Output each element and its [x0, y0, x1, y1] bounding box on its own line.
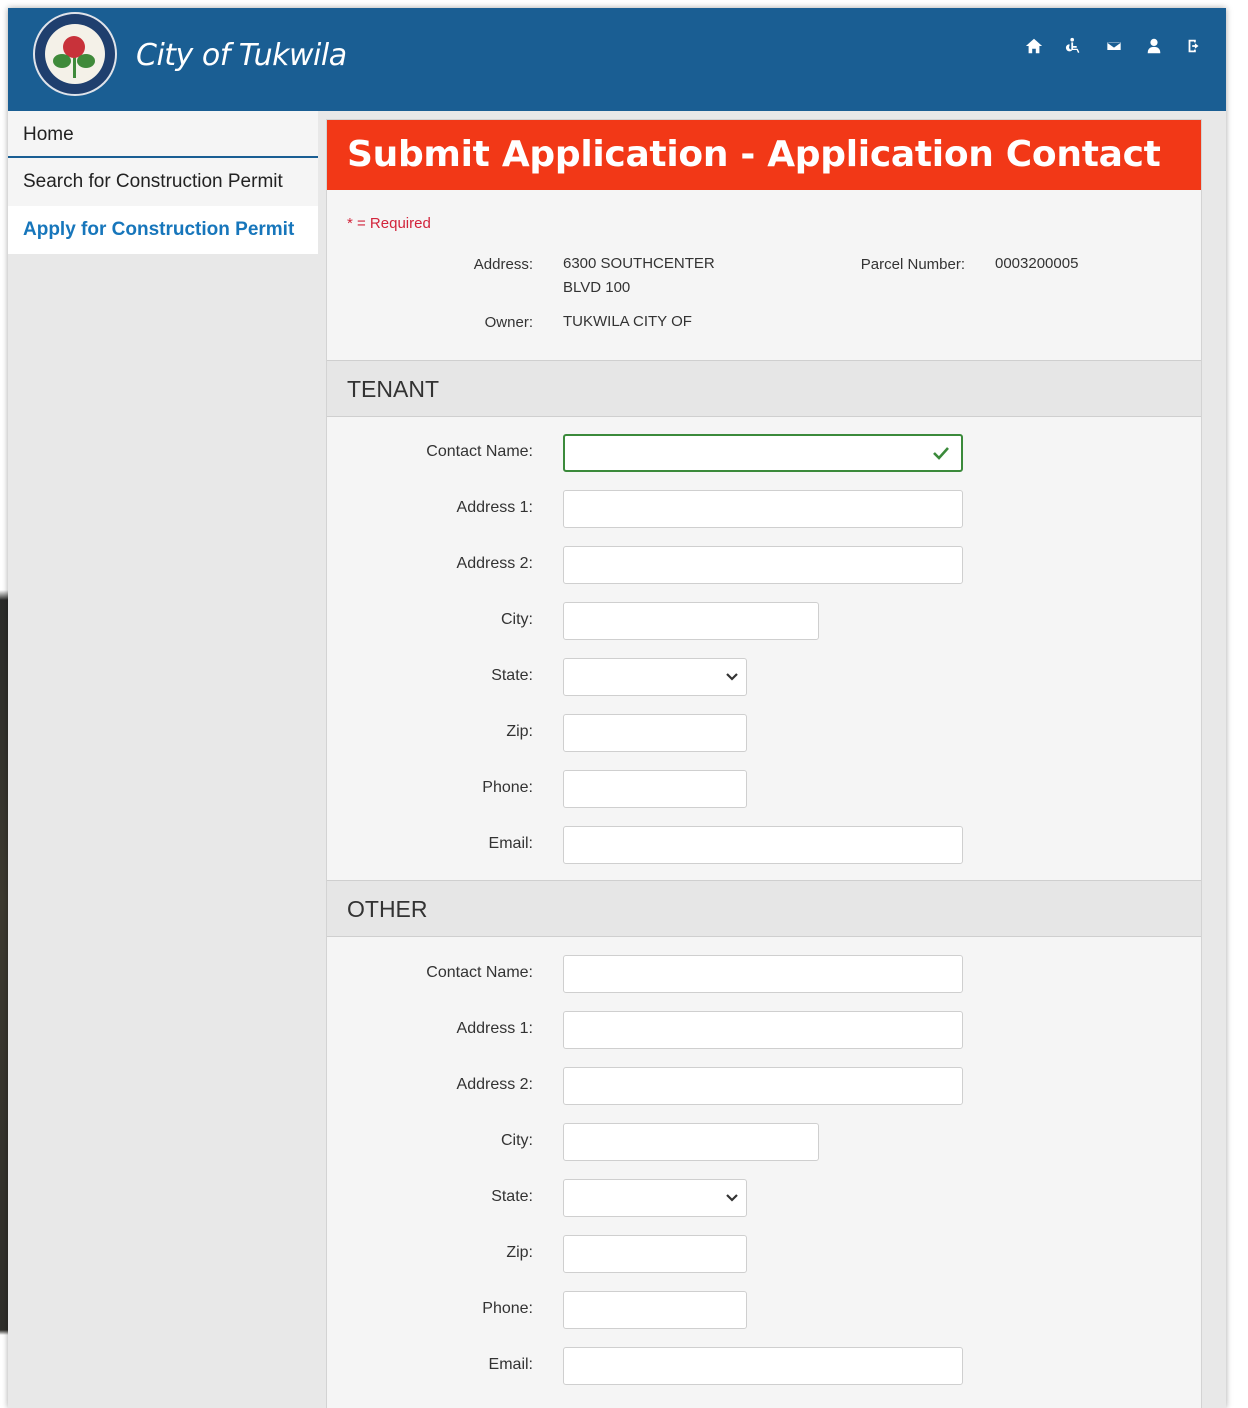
chevron-down-icon: [726, 673, 738, 681]
header-icon-bar: [1024, 36, 1204, 56]
tenant-address1-label: Address 1:: [456, 499, 533, 516]
tenant-zip-row: Zip:: [327, 714, 1201, 752]
other-email-label: Email:: [488, 1356, 533, 1373]
owner-label: Owner:: [484, 314, 533, 331]
address-line2: BLVD 100: [563, 279, 631, 296]
tenant-address2-label: Address 2:: [456, 555, 533, 572]
tenant-contact-name-row: Contact Name:: [327, 434, 1201, 472]
user-icon[interactable]: [1144, 36, 1164, 56]
other-state-row: State:: [327, 1179, 1201, 1217]
parcel-number-label: Parcel Number:: [860, 256, 965, 273]
tenant-email-row: Email:: [327, 826, 1201, 864]
tenant-phone-row: Phone:: [327, 770, 1201, 808]
tenant-phone-input[interactable]: [563, 770, 747, 808]
tenant-address1-row: Address 1:: [327, 490, 1201, 528]
tenant-state-select[interactable]: [563, 658, 747, 696]
address-label: Address:: [473, 256, 533, 273]
tenant-zip-label: Zip:: [506, 723, 533, 740]
other-address1-row: Address 1:: [327, 1011, 1201, 1049]
tenant-city-input[interactable]: [563, 602, 819, 640]
tenant-state-label: State:: [491, 667, 533, 684]
header-bar: City of Tukwila: [8, 8, 1226, 111]
tenant-state-row: State:: [327, 658, 1201, 696]
tenant-contact-name-label: Contact Name:: [426, 443, 533, 460]
tenant-address1-input[interactable]: [563, 490, 963, 528]
other-address1-label: Address 1:: [456, 1020, 533, 1037]
mail-icon[interactable]: [1104, 36, 1124, 56]
tenant-section-heading: TENANT: [327, 360, 1201, 417]
parcel-number-value: 0003200005: [995, 255, 1079, 272]
address-line1: 6300 SOUTHCENTER: [563, 255, 715, 272]
other-contact-name-input[interactable]: [563, 955, 963, 993]
owner-value: TUKWILA CITY OF: [563, 313, 692, 330]
other-city-row: City:: [327, 1123, 1201, 1161]
tenant-city-row: City:: [327, 602, 1201, 640]
other-contact-name-row: Contact Name:: [327, 955, 1201, 993]
other-zip-label: Zip:: [506, 1244, 533, 1261]
tenant-contact-name-input[interactable]: [563, 434, 963, 472]
other-city-input[interactable]: [563, 1123, 819, 1161]
city-seal-icon[interactable]: [33, 12, 117, 96]
other-zip-row: Zip:: [327, 1235, 1201, 1273]
other-state-select[interactable]: [563, 1179, 747, 1217]
page-title: Submit Application - Application Contact: [327, 120, 1201, 190]
sidebar-nav: Home Search for Construction Permit Appl…: [8, 111, 318, 1408]
other-email-row: Email:: [327, 1347, 1201, 1385]
other-address2-row: Address 2:: [327, 1067, 1201, 1105]
logout-icon[interactable]: [1184, 36, 1204, 56]
other-address2-input[interactable]: [563, 1067, 963, 1105]
other-contact-name-label: Contact Name:: [426, 964, 533, 981]
tenant-phone-label: Phone:: [482, 779, 533, 796]
sidebar-item-apply-permit[interactable]: Apply for Construction Permit: [8, 206, 318, 254]
required-note: * = Required: [347, 215, 431, 232]
other-zip-input[interactable]: [563, 1235, 747, 1273]
other-phone-label: Phone:: [482, 1300, 533, 1317]
sidebar-item-home[interactable]: Home: [8, 111, 318, 158]
other-email-input[interactable]: [563, 1347, 963, 1385]
tenant-city-label: City:: [501, 611, 533, 628]
application-contact-panel: Submit Application - Application Contact…: [326, 119, 1202, 1408]
accessibility-icon[interactable]: [1064, 36, 1084, 56]
tenant-zip-input[interactable]: [563, 714, 747, 752]
tenant-address2-row: Address 2:: [327, 546, 1201, 584]
other-phone-input[interactable]: [563, 1291, 747, 1329]
tenant-address2-input[interactable]: [563, 546, 963, 584]
other-address2-label: Address 2:: [456, 1076, 533, 1093]
home-icon[interactable]: [1024, 36, 1044, 56]
address-value: 6300 SOUTHCENTER BLVD 100: [563, 252, 715, 300]
valid-check-icon: [933, 447, 949, 460]
other-section-heading: OTHER: [327, 880, 1201, 937]
other-city-label: City:: [501, 1132, 533, 1149]
other-address1-input[interactable]: [563, 1011, 963, 1049]
sidebar-item-search-permit[interactable]: Search for Construction Permit: [8, 158, 318, 206]
chevron-down-icon: [726, 1194, 738, 1202]
site-title[interactable]: City of Tukwila: [136, 38, 347, 73]
tenant-email-label: Email:: [488, 835, 533, 852]
tenant-email-input[interactable]: [563, 826, 963, 864]
other-phone-row: Phone:: [327, 1291, 1201, 1329]
other-state-label: State:: [491, 1188, 533, 1205]
